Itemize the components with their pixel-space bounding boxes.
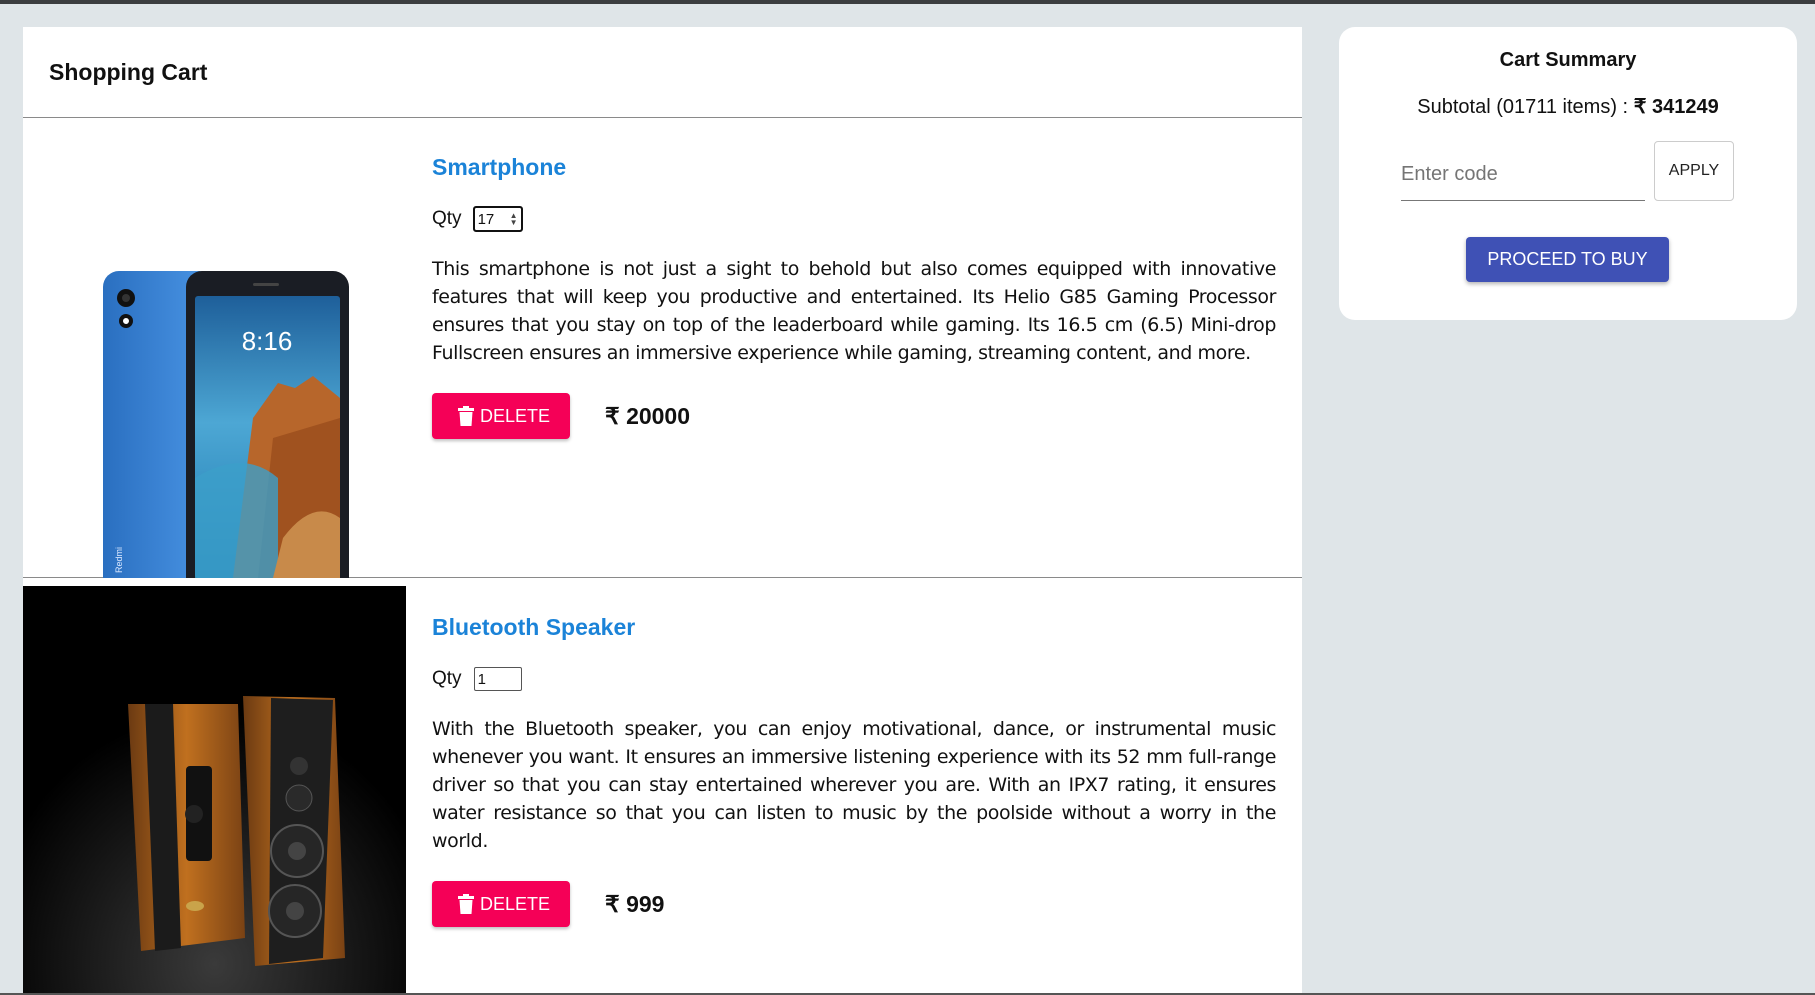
action-row: DELETE ₹ 999	[432, 881, 1276, 927]
spinner-arrows-icon[interactable]: ▲ ▼	[510, 212, 518, 227]
product-description: With the Bluetooth speaker, you can enjo…	[432, 718, 1276, 852]
product-price: ₹ 999	[605, 891, 664, 918]
coupon-row: APPLY	[1401, 141, 1773, 201]
smartphone-details: Smartphone Qty 17 ▲ ▼ This smartphone is …	[432, 118, 1276, 439]
qty-row: Qty 17 ▲ ▼	[432, 206, 1276, 232]
cart-summary-panel: Cart Summary Subtotal (01711 items) : ₹ …	[1339, 27, 1797, 320]
coupon-code-input[interactable]	[1401, 155, 1645, 201]
apply-button[interactable]: APPLY	[1654, 141, 1734, 201]
speaker-details: Bluetooth Speaker Qty 1 With the Bluetoo…	[432, 586, 1276, 927]
qty-input[interactable]: 1	[473, 667, 522, 691]
product-price: ₹ 20000	[605, 403, 690, 430]
delete-label: DELETE	[480, 405, 551, 426]
subtotal-label: Subtotal (01711 items) :	[1417, 96, 1629, 118]
cart-item-smartphone: Redmi 8:16 Redmi Smartphone Qty 17 ▲	[23, 118, 1302, 609]
qty-label: Qty	[432, 668, 462, 689]
cart-item-bluetooth-speaker: Bluetooth Speaker Qty 1 With the Bluetoo…	[23, 586, 1302, 995]
trash-icon	[458, 406, 474, 426]
product-name[interactable]: Smartphone	[432, 154, 1276, 181]
qty-input[interactable]: 17 ▲ ▼	[472, 206, 523, 232]
phone-back-brand: Redmi	[114, 547, 124, 573]
phone-clock: 8:16	[242, 326, 293, 356]
delete-button[interactable]: DELETE	[432, 881, 571, 927]
cart-header: Shopping Cart	[23, 27, 1302, 118]
shopping-cart-panel: Shopping Cart Redmi 8:16 Smartphone Qty …	[23, 27, 1302, 995]
qty-value: 17	[477, 210, 495, 228]
proceed-to-buy-button[interactable]: PROCEED TO BUY	[1466, 237, 1669, 282]
qty-value: 1	[477, 670, 486, 688]
qty-label: Qty	[432, 208, 462, 229]
price-value: 20000	[626, 402, 691, 429]
subtotal-value: ₹ 341249	[1633, 96, 1719, 118]
summary-title: Cart Summary	[1499, 49, 1637, 71]
qty-row: Qty 1	[432, 667, 1276, 691]
product-name[interactable]: Bluetooth Speaker	[432, 614, 1276, 641]
action-row: DELETE ₹ 20000	[432, 393, 1276, 439]
cart-title: Shopping Cart	[49, 58, 208, 85]
subtotal-line: Subtotal (01711 items) : ₹ 341249	[1339, 94, 1797, 119]
currency-symbol: ₹	[605, 402, 620, 429]
product-description: This smartphone is not just a sight to b…	[432, 258, 1276, 364]
delete-button[interactable]: DELETE	[432, 393, 571, 439]
trash-icon	[458, 894, 474, 914]
smartphone-image: Redmi 8:16 Redmi	[23, 118, 406, 609]
delete-label: DELETE	[480, 893, 551, 914]
browser-top-strip	[0, 0, 1815, 4]
currency-symbol: ₹	[605, 890, 620, 917]
speaker-image	[23, 586, 406, 995]
price-value: 999	[626, 890, 665, 917]
